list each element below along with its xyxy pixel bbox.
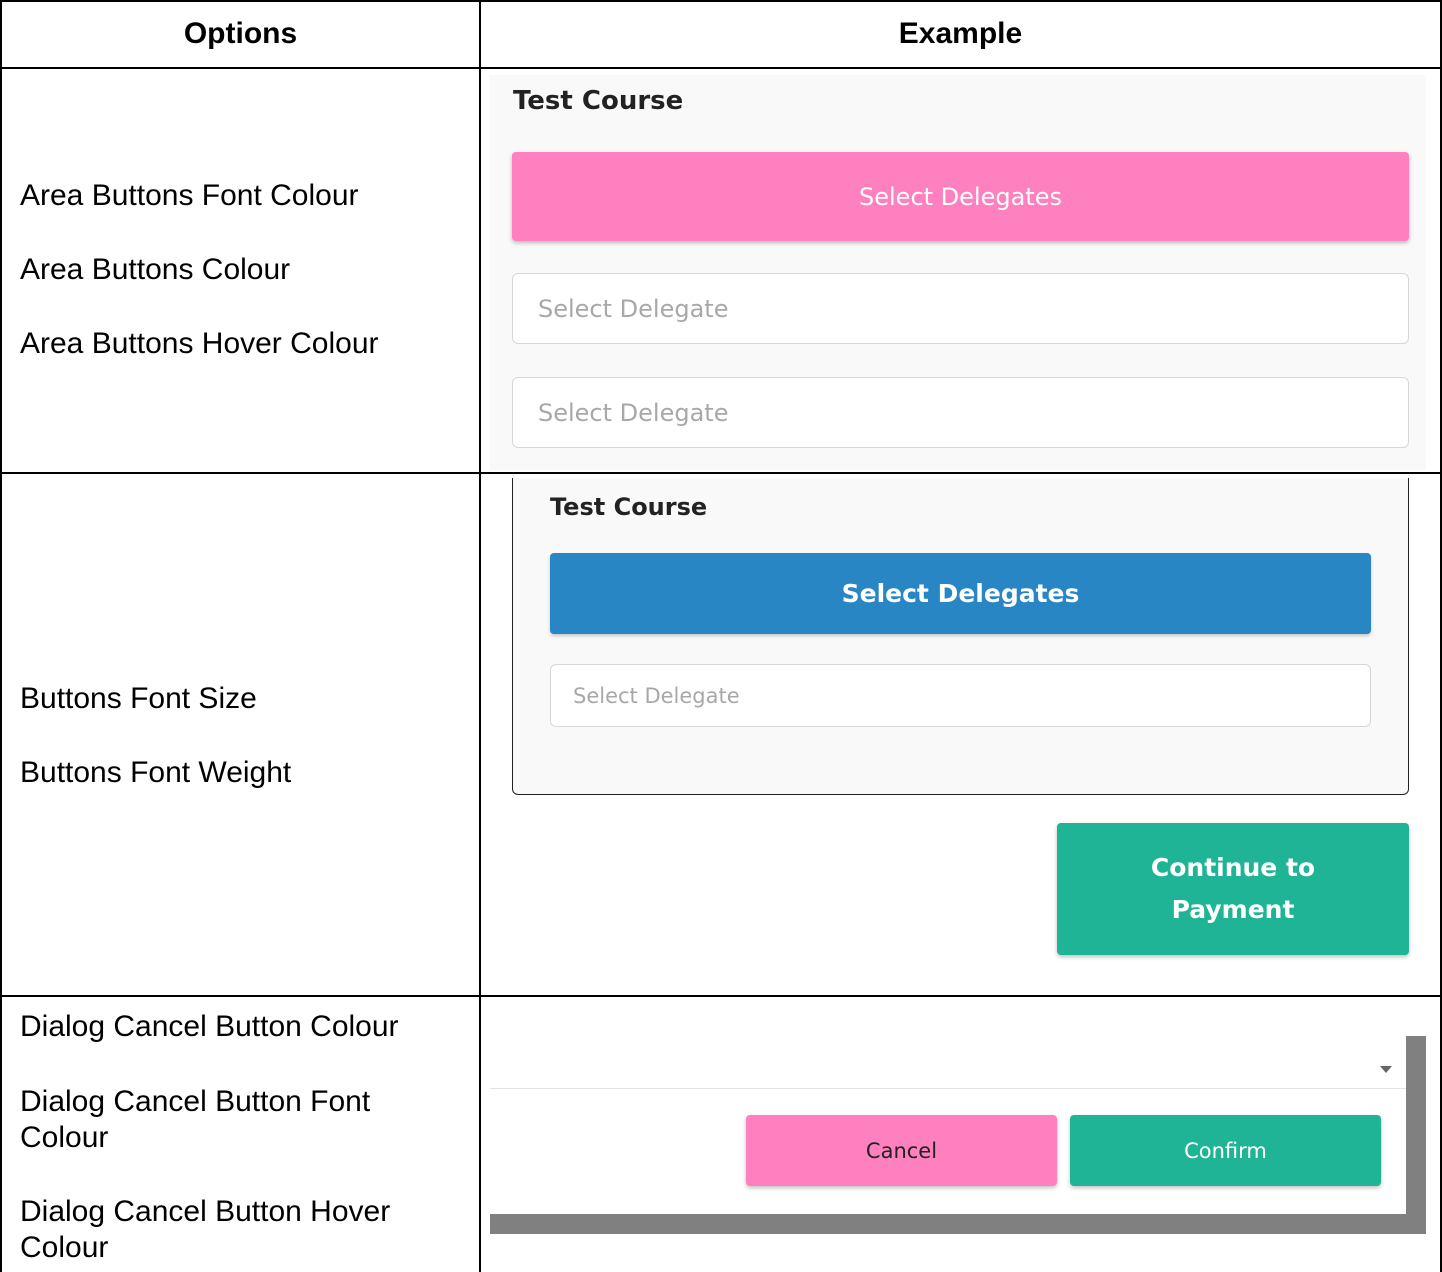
confirm-button[interactable]: Confirm <box>1070 1115 1381 1186</box>
cancel-button[interactable]: Cancel <box>746 1115 1057 1186</box>
table-border-left <box>0 0 2 1272</box>
option-area-buttons-hover-colour: Area Buttons Hover Colour <box>20 327 379 360</box>
option-area-buttons-font-colour: Area Buttons Font Colour <box>20 179 359 212</box>
option-dialog-cancel-button-font-colour: Dialog Cancel Button Font Colour <box>20 1085 371 1154</box>
example-buttons-panel <box>512 478 1409 795</box>
continue-label-line2: Payment <box>1171 895 1295 924</box>
select-delegates-button[interactable]: Select Delegates <box>512 152 1409 241</box>
table-divider-row1 <box>0 472 1442 474</box>
dialog-shadow-right <box>1406 1036 1426 1234</box>
option-dialog-cancel-button-colour: Dialog Cancel Button Colour <box>20 1010 399 1043</box>
select-delegate-field[interactable]: Select Delegate <box>550 664 1371 727</box>
continue-to-payment-button[interactable]: Continue to Payment <box>1057 823 1409 955</box>
select-delegate-field[interactable]: Select Delegate <box>512 377 1409 448</box>
course-title: Test Course <box>513 86 684 116</box>
header-example: Example <box>898 17 1023 50</box>
table-column-divider <box>479 0 481 1272</box>
course-title: Test Course <box>550 493 708 521</box>
dialog-shadow-bottom <box>490 1214 1426 1234</box>
continue-label-line1: Continue to <box>1150 853 1316 882</box>
select-delegate-field[interactable]: Select Delegate <box>512 273 1409 344</box>
option-buttons-font-weight: Buttons Font Weight <box>20 756 292 789</box>
option-area-buttons-colour: Area Buttons Colour <box>20 253 291 286</box>
caret-down-icon[interactable] <box>1380 1066 1392 1073</box>
option-dialog-cancel-button-hover-colour: Dialog Cancel Button Hover Colour <box>20 1195 391 1264</box>
table-divider-row2 <box>0 995 1442 997</box>
option-buttons-font-size: Buttons Font Size <box>20 682 257 715</box>
select-delegates-button[interactable]: Select Delegates <box>550 553 1371 634</box>
header-options: Options <box>183 17 298 50</box>
dialog-divider <box>490 1088 1406 1089</box>
